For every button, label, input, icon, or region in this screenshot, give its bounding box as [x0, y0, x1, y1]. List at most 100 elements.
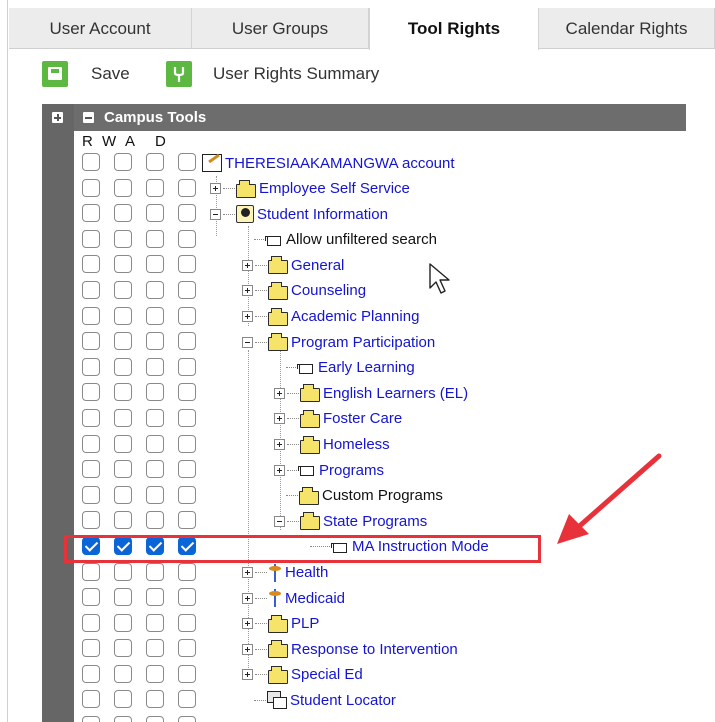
read-checkbox[interactable]	[82, 613, 100, 632]
write-checkbox[interactable]	[114, 562, 132, 581]
tree-node-label[interactable]: English Learners (EL)	[323, 385, 468, 402]
read-checkbox[interactable]	[82, 716, 100, 722]
read-checkbox[interactable]	[82, 664, 100, 683]
expand-icon[interactable]	[242, 618, 253, 630]
delete-checkbox[interactable]	[178, 153, 196, 171]
read-checkbox[interactable]	[82, 255, 100, 274]
add-checkbox[interactable]	[146, 178, 164, 197]
read-checkbox[interactable]	[82, 434, 100, 453]
add-checkbox[interactable]	[146, 613, 164, 632]
write-checkbox[interactable]	[114, 664, 132, 683]
add-checkbox[interactable]	[146, 434, 164, 453]
read-checkbox[interactable]	[82, 511, 100, 530]
write-checkbox[interactable]	[114, 357, 132, 376]
add-checkbox[interactable]	[146, 306, 164, 325]
read-checkbox[interactable]	[82, 460, 100, 479]
delete-checkbox[interactable]	[178, 204, 196, 223]
summary-icon[interactable]	[166, 61, 192, 87]
write-checkbox[interactable]	[114, 408, 132, 427]
delete-checkbox[interactable]	[178, 306, 196, 325]
add-checkbox[interactable]	[146, 229, 164, 248]
delete-checkbox[interactable]	[178, 485, 196, 504]
delete-checkbox[interactable]	[178, 280, 196, 299]
read-checkbox[interactable]	[82, 485, 100, 504]
write-checkbox[interactable]	[114, 229, 132, 248]
tab-user-account[interactable]: User Account	[9, 8, 192, 49]
collapse-icon[interactable]	[242, 336, 253, 348]
delete-checkbox[interactable]	[178, 434, 196, 453]
tree-node-label[interactable]: Student Information	[257, 206, 388, 223]
tree-node-label[interactable]: Programs	[319, 462, 384, 479]
tree-node-label[interactable]: State Programs	[323, 513, 427, 530]
expand-icon[interactable]	[274, 387, 285, 399]
write-checkbox[interactable]	[114, 306, 132, 325]
write-checkbox[interactable]	[114, 280, 132, 299]
collapse-icon[interactable]	[83, 112, 94, 123]
add-checkbox[interactable]	[146, 588, 164, 607]
read-checkbox[interactable]	[82, 690, 100, 709]
tree-node-label[interactable]: Employee Self Service	[259, 180, 410, 197]
write-checkbox[interactable]	[114, 639, 132, 658]
delete-checkbox[interactable]	[178, 613, 196, 632]
expand-icon[interactable]	[274, 464, 285, 476]
expand-all-icon[interactable]	[52, 112, 63, 123]
expand-icon[interactable]	[274, 413, 285, 425]
collapse-icon[interactable]	[274, 515, 285, 527]
add-checkbox[interactable]	[146, 562, 164, 581]
tree-node-label[interactable]: Homeless	[323, 436, 390, 453]
read-checkbox[interactable]	[82, 562, 100, 581]
write-checkbox[interactable]	[114, 511, 132, 530]
delete-checkbox[interactable]	[178, 460, 196, 479]
delete-checkbox[interactable]	[178, 229, 196, 248]
write-checkbox[interactable]	[114, 204, 132, 223]
tab-user-groups[interactable]: User Groups	[192, 8, 369, 49]
delete-checkbox[interactable]	[178, 408, 196, 427]
collapse-icon[interactable]	[210, 208, 221, 220]
delete-checkbox[interactable]	[178, 357, 196, 376]
add-checkbox[interactable]	[146, 255, 164, 274]
expand-icon[interactable]	[242, 259, 253, 271]
read-checkbox[interactable]	[82, 357, 100, 376]
delete-checkbox[interactable]	[178, 639, 196, 658]
save-icon[interactable]	[42, 61, 68, 87]
write-checkbox[interactable]	[114, 255, 132, 274]
write-checkbox[interactable]	[114, 178, 132, 197]
add-checkbox[interactable]	[146, 690, 164, 709]
write-checkbox[interactable]	[114, 613, 132, 632]
add-checkbox[interactable]	[146, 511, 164, 530]
delete-checkbox[interactable]	[178, 332, 196, 351]
tree-node-label[interactable]: Counseling	[291, 282, 366, 299]
read-checkbox[interactable]	[82, 153, 100, 171]
tree-node-label[interactable]: General	[291, 257, 344, 274]
read-checkbox[interactable]	[82, 332, 100, 351]
add-checkbox[interactable]	[146, 204, 164, 223]
delete-checkbox[interactable]	[178, 383, 196, 402]
read-checkbox[interactable]	[82, 306, 100, 325]
add-checkbox[interactable]	[146, 357, 164, 376]
read-checkbox[interactable]	[82, 178, 100, 197]
expand-icon[interactable]	[242, 311, 253, 323]
add-checkbox[interactable]	[146, 153, 164, 171]
expand-icon[interactable]	[274, 439, 285, 451]
tab-tool-rights[interactable]: Tool Rights	[369, 8, 539, 50]
read-checkbox[interactable]	[82, 229, 100, 248]
write-checkbox[interactable]	[114, 332, 132, 351]
add-checkbox[interactable]	[146, 485, 164, 504]
tree-node-label[interactable]: Allow unfiltered search	[286, 231, 437, 248]
save-button[interactable]: Save	[91, 64, 130, 84]
add-checkbox[interactable]	[146, 664, 164, 683]
tree-node-label[interactable]: Special Ed	[291, 666, 363, 683]
write-checkbox[interactable]	[114, 690, 132, 709]
expand-icon[interactable]	[242, 643, 253, 655]
user-rights-summary-button[interactable]: User Rights Summary	[213, 64, 379, 84]
delete-checkbox[interactable]	[178, 178, 196, 197]
expand-icon[interactable]	[242, 567, 253, 578]
write-checkbox[interactable]	[114, 716, 132, 722]
delete-checkbox[interactable]	[178, 664, 196, 683]
tree-node-label[interactable]: Academic Planning	[291, 308, 419, 325]
tree-node-label[interactable]: PLP	[291, 615, 319, 632]
tree-node-label[interactable]: Early Learning	[318, 359, 415, 376]
expand-icon[interactable]	[242, 669, 253, 681]
tree-node-label[interactable]: Response to Intervention	[291, 641, 458, 658]
read-checkbox[interactable]	[82, 383, 100, 402]
